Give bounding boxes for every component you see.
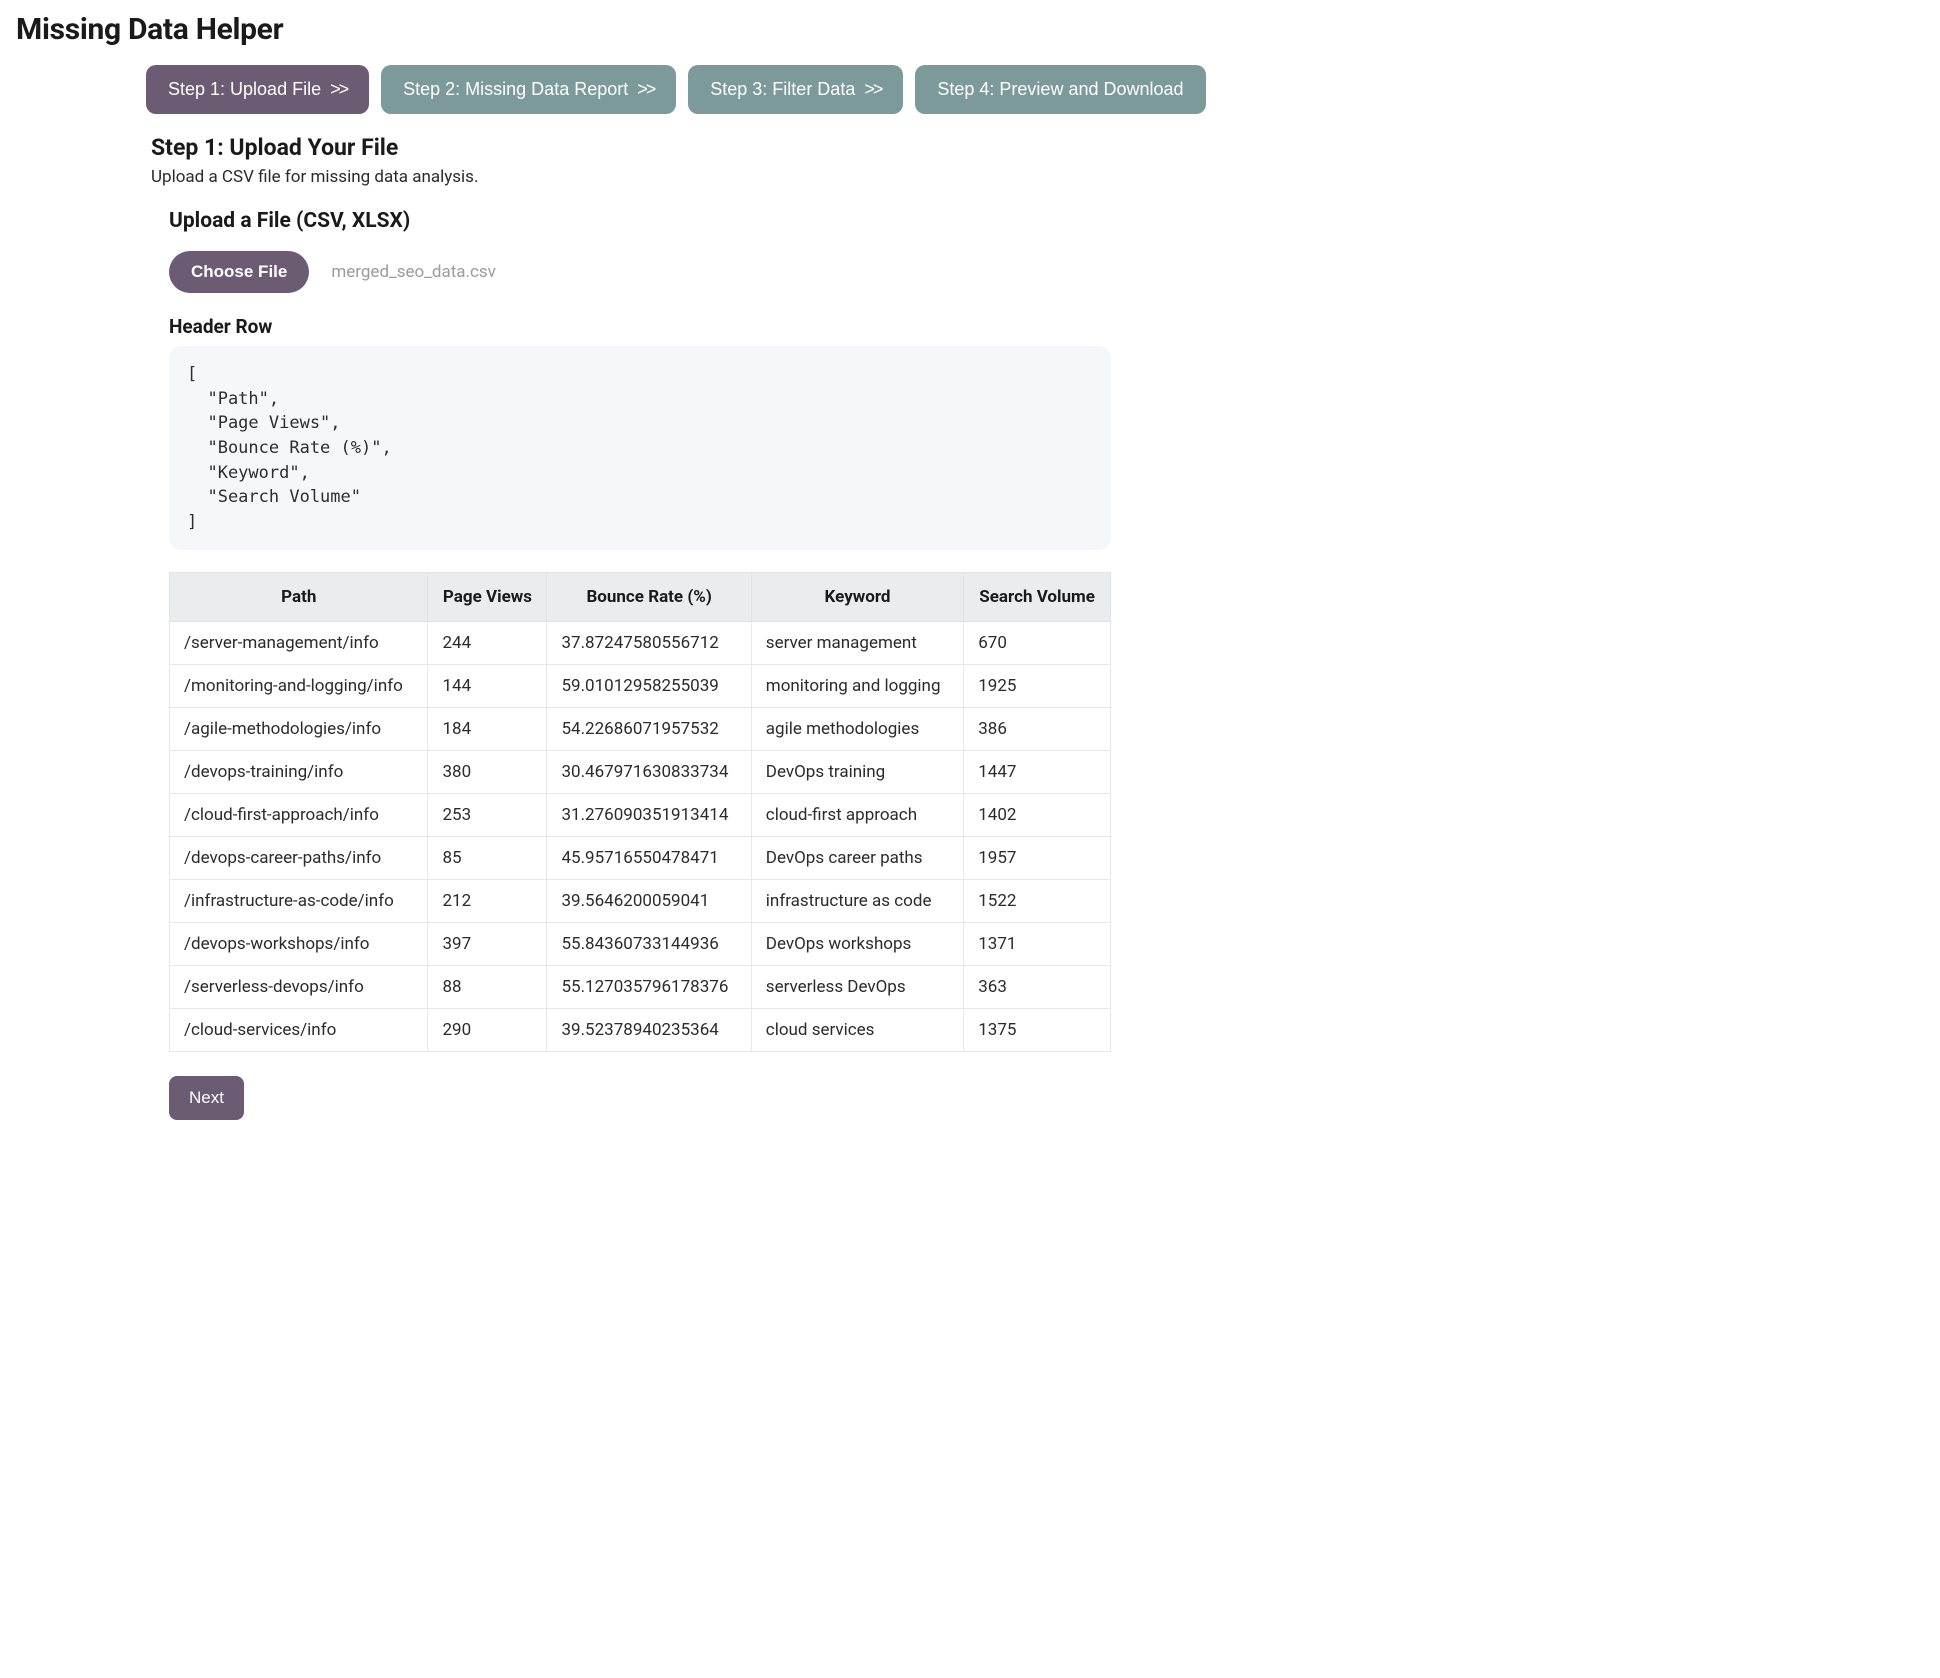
uploaded-file-name: merged_seo_data.csv bbox=[331, 262, 496, 282]
step-nav: Step 1: Upload File >>Step 2: Missing Da… bbox=[146, 65, 1147, 114]
table-cell: 184 bbox=[428, 708, 547, 751]
upload-label: Upload a File (CSV, XLSX) bbox=[169, 209, 1111, 233]
table-cell: 54.22686071957532 bbox=[547, 708, 751, 751]
table-header-cell: Path bbox=[170, 573, 428, 622]
table-cell: 85 bbox=[428, 837, 547, 880]
table-cell: /devops-training/info bbox=[170, 751, 428, 794]
step-pill-1[interactable]: Step 1: Upload File >> bbox=[146, 65, 369, 114]
table-cell: 45.95716550478471 bbox=[547, 837, 751, 880]
header-row-label: Header Row bbox=[169, 315, 1111, 338]
table-cell: /cloud-services/info bbox=[170, 1009, 428, 1052]
step-pill-label: Step 3: Filter Data bbox=[710, 79, 855, 99]
table-cell: cloud-first approach bbox=[751, 794, 963, 837]
chevron-right-icon: >> bbox=[327, 79, 347, 99]
table-cell: 1375 bbox=[964, 1009, 1111, 1052]
table-header-cell: Search Volume bbox=[964, 573, 1111, 622]
page-title: Missing Data Helper bbox=[16, 12, 1147, 47]
table-row: /cloud-first-approach/info25331.27609035… bbox=[170, 794, 1111, 837]
table-cell: /cloud-first-approach/info bbox=[170, 794, 428, 837]
table-cell: cloud services bbox=[751, 1009, 963, 1052]
table-cell: 30.467971630833734 bbox=[547, 751, 751, 794]
table-row: /serverless-devops/info8855.127035796178… bbox=[170, 966, 1111, 1009]
table-cell: 244 bbox=[428, 622, 547, 665]
table-cell: 39.5646200059041 bbox=[547, 880, 751, 923]
table-header-cell: Bounce Rate (%) bbox=[547, 573, 751, 622]
step-pill-label: Step 1: Upload File bbox=[168, 79, 321, 99]
table-cell: 1957 bbox=[964, 837, 1111, 880]
table-row: /devops-workshops/info39755.843607331449… bbox=[170, 923, 1111, 966]
table-cell: /serverless-devops/info bbox=[170, 966, 428, 1009]
table-cell: 290 bbox=[428, 1009, 547, 1052]
table-cell: 1925 bbox=[964, 665, 1111, 708]
step-pill-4[interactable]: Step 4: Preview and Download bbox=[915, 65, 1205, 114]
table-cell: agile methodologies bbox=[751, 708, 963, 751]
table-cell: 39.52378940235364 bbox=[547, 1009, 751, 1052]
table-cell: 55.84360733144936 bbox=[547, 923, 751, 966]
table-row: /cloud-services/info29039.52378940235364… bbox=[170, 1009, 1111, 1052]
step-pill-3[interactable]: Step 3: Filter Data >> bbox=[688, 65, 903, 114]
table-cell: 31.276090351913414 bbox=[547, 794, 751, 837]
table-cell: 397 bbox=[428, 923, 547, 966]
chevron-right-icon: >> bbox=[861, 79, 881, 99]
table-cell: /devops-career-paths/info bbox=[170, 837, 428, 880]
table-cell: 1371 bbox=[964, 923, 1111, 966]
step-subheading: Upload a CSV file for missing data analy… bbox=[151, 167, 1111, 187]
table-cell: 386 bbox=[964, 708, 1111, 751]
table-header-cell: Keyword bbox=[751, 573, 963, 622]
data-preview-table: PathPage ViewsBounce Rate (%)KeywordSear… bbox=[169, 572, 1111, 1052]
step-pill-2[interactable]: Step 2: Missing Data Report >> bbox=[381, 65, 676, 114]
table-cell: infrastructure as code bbox=[751, 880, 963, 923]
table-cell: 1402 bbox=[964, 794, 1111, 837]
table-row: /monitoring-and-logging/info14459.010129… bbox=[170, 665, 1111, 708]
table-row: /infrastructure-as-code/info21239.564620… bbox=[170, 880, 1111, 923]
table-row: /devops-training/info38030.4679716308337… bbox=[170, 751, 1111, 794]
table-row: /server-management/info24437.87247580556… bbox=[170, 622, 1111, 665]
chevron-right-icon: >> bbox=[634, 79, 654, 99]
table-cell: /monitoring-and-logging/info bbox=[170, 665, 428, 708]
table-cell: DevOps training bbox=[751, 751, 963, 794]
table-row: /devops-career-paths/info8545.9571655047… bbox=[170, 837, 1111, 880]
table-cell: 59.01012958255039 bbox=[547, 665, 751, 708]
table-cell: monitoring and logging bbox=[751, 665, 963, 708]
table-cell: 1447 bbox=[964, 751, 1111, 794]
step-pill-label: Step 2: Missing Data Report bbox=[403, 79, 628, 99]
table-cell: 380 bbox=[428, 751, 547, 794]
table-cell: 37.87247580556712 bbox=[547, 622, 751, 665]
table-cell: /agile-methodologies/info bbox=[170, 708, 428, 751]
table-cell: 55.127035796178376 bbox=[547, 966, 751, 1009]
table-cell: 144 bbox=[428, 665, 547, 708]
choose-file-button[interactable]: Choose File bbox=[169, 251, 309, 293]
table-cell: 1522 bbox=[964, 880, 1111, 923]
header-row-code: [ "Path", "Page Views", "Bounce Rate (%)… bbox=[169, 346, 1111, 550]
table-cell: 212 bbox=[428, 880, 547, 923]
table-cell: /devops-workshops/info bbox=[170, 923, 428, 966]
table-cell: DevOps workshops bbox=[751, 923, 963, 966]
table-cell: /server-management/info bbox=[170, 622, 428, 665]
table-cell: 88 bbox=[428, 966, 547, 1009]
table-cell: 253 bbox=[428, 794, 547, 837]
table-row: /agile-methodologies/info18454.226860719… bbox=[170, 708, 1111, 751]
step-pill-label: Step 4: Preview and Download bbox=[937, 79, 1183, 99]
table-cell: 670 bbox=[964, 622, 1111, 665]
table-cell: /infrastructure-as-code/info bbox=[170, 880, 428, 923]
next-button[interactable]: Next bbox=[169, 1076, 244, 1120]
table-header-cell: Page Views bbox=[428, 573, 547, 622]
table-cell: server management bbox=[751, 622, 963, 665]
table-cell: DevOps career paths bbox=[751, 837, 963, 880]
table-cell: serverless DevOps bbox=[751, 966, 963, 1009]
table-cell: 363 bbox=[964, 966, 1111, 1009]
step-heading: Step 1: Upload Your File bbox=[151, 134, 1111, 161]
